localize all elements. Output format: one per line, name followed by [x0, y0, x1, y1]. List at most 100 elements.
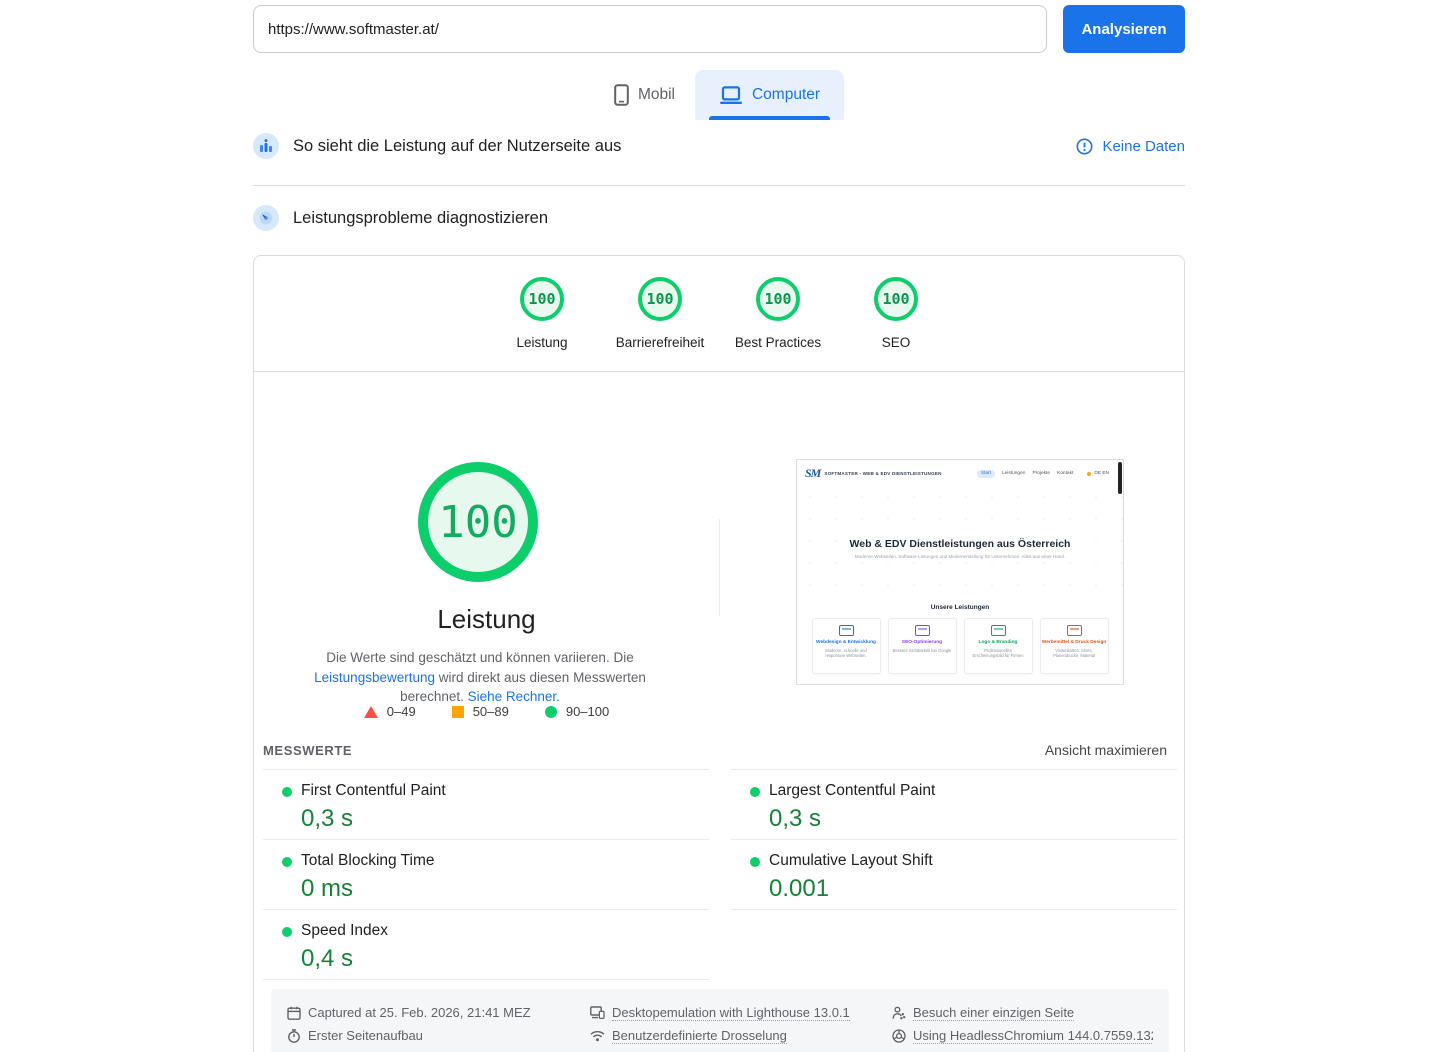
smartphone-icon [614, 84, 629, 106]
thumb-subheadline: Moderne Webseiten, Software-Lösungen und… [797, 554, 1123, 559]
legend-fail-label: 0–49 [387, 704, 416, 719]
thumb-card-title: SEO-Optimierung [902, 640, 942, 646]
initial-load-text: Erster Seitenaufbau [308, 1028, 423, 1043]
single-page-icon [892, 1006, 906, 1020]
metric-speed-index: Speed Index 0,4 s [263, 909, 709, 979]
stopwatch-icon [287, 1029, 301, 1043]
metric-tbt-label: Total Blocking Time [301, 852, 709, 870]
score-legend: 0–49 50–89 90–100 [254, 704, 719, 719]
section-divider [253, 185, 1185, 186]
thumb-scrollbar [1118, 462, 1122, 494]
calendar-icon [287, 1006, 301, 1020]
no-data-link[interactable]: Keine Daten [1102, 138, 1185, 155]
lighthouse-report-card: 100 Leistung 100 Barrierefreiheit 100 Be… [253, 255, 1185, 1052]
info-icon[interactable] [1076, 138, 1093, 155]
active-tab-indicator [709, 116, 830, 120]
url-input[interactable] [253, 5, 1047, 53]
thumb-card-title: Webdesign & Entwicklung [816, 640, 876, 646]
gauge-seo-score: 100 [874, 277, 918, 321]
tab-mobile-label: Mobil [638, 86, 675, 104]
pass-dot-icon [282, 787, 292, 797]
emulation-text: Desktopemulation with Lighthouse 13.0.1 [612, 1005, 850, 1021]
webdesign-icon [839, 625, 854, 636]
desc-text-1: Die Werte sind geschätzt und können vari… [326, 650, 633, 665]
legend-pass: 90–100 [545, 704, 609, 719]
url-bar: Analysieren [253, 5, 1185, 53]
average-square-icon [452, 706, 464, 718]
metric-fcp: First Contentful Paint 0,3 s [263, 769, 709, 839]
diagnose-title: Leistungsprobleme diagnostizieren [293, 209, 548, 228]
legend-average: 50–89 [452, 704, 509, 719]
thumb-headline: Web & EDV Dienstleistungen aus Österreic… [797, 538, 1123, 550]
legend-fail: 0–49 [364, 704, 416, 719]
thumb-card-webdesign: Webdesign & Entwicklung Moderne, schnell… [812, 618, 881, 674]
gauge-performance-label: Leistung [516, 335, 567, 350]
calculator-link[interactable]: Siehe Rechner. [468, 689, 560, 704]
metrics-heading: MESSWERTE [263, 743, 352, 758]
chromium-version-text: Using HeadlessChromium 144.0.7559.132 wi… [913, 1028, 1153, 1044]
device-tabs: Mobil Computer [253, 70, 1185, 120]
laptop-icon [719, 86, 743, 105]
single-page-info[interactable]: Besuch einer einzigen Seite [892, 1005, 1153, 1021]
thumb-site-header: SM SOFTMASTER - WEB & EDV DIENSTLEISTUNG… [797, 460, 1123, 486]
gauge-seo-label: SEO [882, 335, 911, 350]
thumb-site-logo: SM [805, 466, 820, 481]
scoring-link[interactable]: Leistungsbewertung [314, 670, 435, 685]
metric-cls-value: 0.001 [769, 875, 1177, 903]
field-data-section-header: So sieht die Leistung auf der Nutzerseit… [253, 133, 1185, 159]
thumb-lang-label: DE EN [1094, 471, 1109, 476]
tab-desktop[interactable]: Computer [695, 70, 844, 120]
thumb-site-brand: SOFTMASTER - WEB & EDV DIENSTLEISTUNGEN [824, 471, 941, 476]
thumb-nav-item: Leistungen [1002, 471, 1025, 476]
speedometer-icon [253, 205, 279, 231]
diagnose-section-header: Leistungsprobleme diagnostizieren [253, 205, 1185, 231]
branding-icon [991, 625, 1006, 636]
user-metrics-icon [253, 133, 279, 159]
field-data-title: So sieht die Leistung auf der Nutzerseit… [293, 137, 621, 156]
thumb-site-nav: Start Leistungen Projekte Kontakt [977, 470, 1074, 478]
thumb-card-title: Werbemittel & Druck Design [1042, 640, 1106, 646]
performance-description: Die Werte sind geschätzt und können vari… [286, 648, 674, 707]
metrics-column-left: First Contentful Paint 0,3 s Total Block… [263, 769, 709, 980]
expand-view-link[interactable]: Ansicht maximieren [1045, 742, 1167, 758]
metrics-header-row: MESSWERTE Ansicht maximieren [263, 742, 1167, 758]
fail-triangle-icon [364, 706, 378, 718]
gauge-seo[interactable]: 100 SEO [837, 277, 955, 350]
gauge-performance-score: 100 [520, 277, 564, 321]
gauge-accessibility[interactable]: 100 Barrierefreiheit [601, 277, 719, 350]
gauge-performance[interactable]: 100 Leistung [483, 277, 601, 350]
analyze-button[interactable]: Analysieren [1063, 5, 1185, 53]
pass-dot-icon [282, 927, 292, 937]
legend-average-label: 50–89 [473, 704, 509, 719]
emulation-info[interactable]: Desktopemulation with Lighthouse 13.0.1 [590, 1005, 892, 1021]
card-divider [254, 371, 1184, 372]
tab-desktop-label: Computer [752, 86, 820, 104]
thumb-services-title: Unsere Leistungen [797, 604, 1123, 611]
legend-pass-label: 90–100 [566, 704, 609, 719]
print-design-icon [1067, 625, 1082, 636]
thumb-nav-item: Projekte [1032, 471, 1050, 476]
gauge-accessibility-label: Barrierefreiheit [616, 335, 705, 350]
initial-load-info: Erster Seitenaufbau [287, 1028, 590, 1043]
single-page-text: Besuch einer einzigen Seite [913, 1005, 1074, 1021]
pass-circle-icon [545, 706, 557, 718]
thumb-nav-item: Kontakt [1057, 471, 1073, 476]
gauge-best-practices[interactable]: 100 Best Practices [719, 277, 837, 350]
throttling-info[interactable]: Benutzerdefinierte Drosselung [590, 1028, 892, 1044]
chromium-version-info[interactable]: Using HeadlessChromium 144.0.7559.132 wi… [892, 1028, 1153, 1044]
thumb-card-print: Werbemittel & Druck Design Visitenkarten… [1040, 618, 1109, 674]
thumb-language-switch: DE EN [1087, 471, 1109, 476]
seo-icon [915, 625, 930, 636]
category-scores-row: 100 Leistung 100 Barrierefreiheit 100 Be… [254, 277, 1184, 350]
gauge-best-practices-score: 100 [756, 277, 800, 321]
thumb-service-cards: Webdesign & Entwicklung Moderne, schnell… [797, 618, 1123, 674]
sun-icon [1087, 472, 1091, 476]
tab-mobile[interactable]: Mobil [594, 70, 695, 120]
metric-tbt: Total Blocking Time 0 ms [263, 839, 709, 909]
final-screenshot-thumbnail[interactable]: SM SOFTMASTER - WEB & EDV DIENSTLEISTUNG… [796, 459, 1124, 685]
pass-dot-icon [750, 787, 760, 797]
gauge-best-practices-label: Best Practices [735, 335, 821, 350]
thumb-card-branding: Logo & Branding Professionelles Erschein… [964, 618, 1033, 674]
metric-cls-label: Cumulative Layout Shift [769, 852, 1177, 870]
pagespeed-report: Analysieren Mobil Computer So sieht die … [0, 0, 1439, 1052]
